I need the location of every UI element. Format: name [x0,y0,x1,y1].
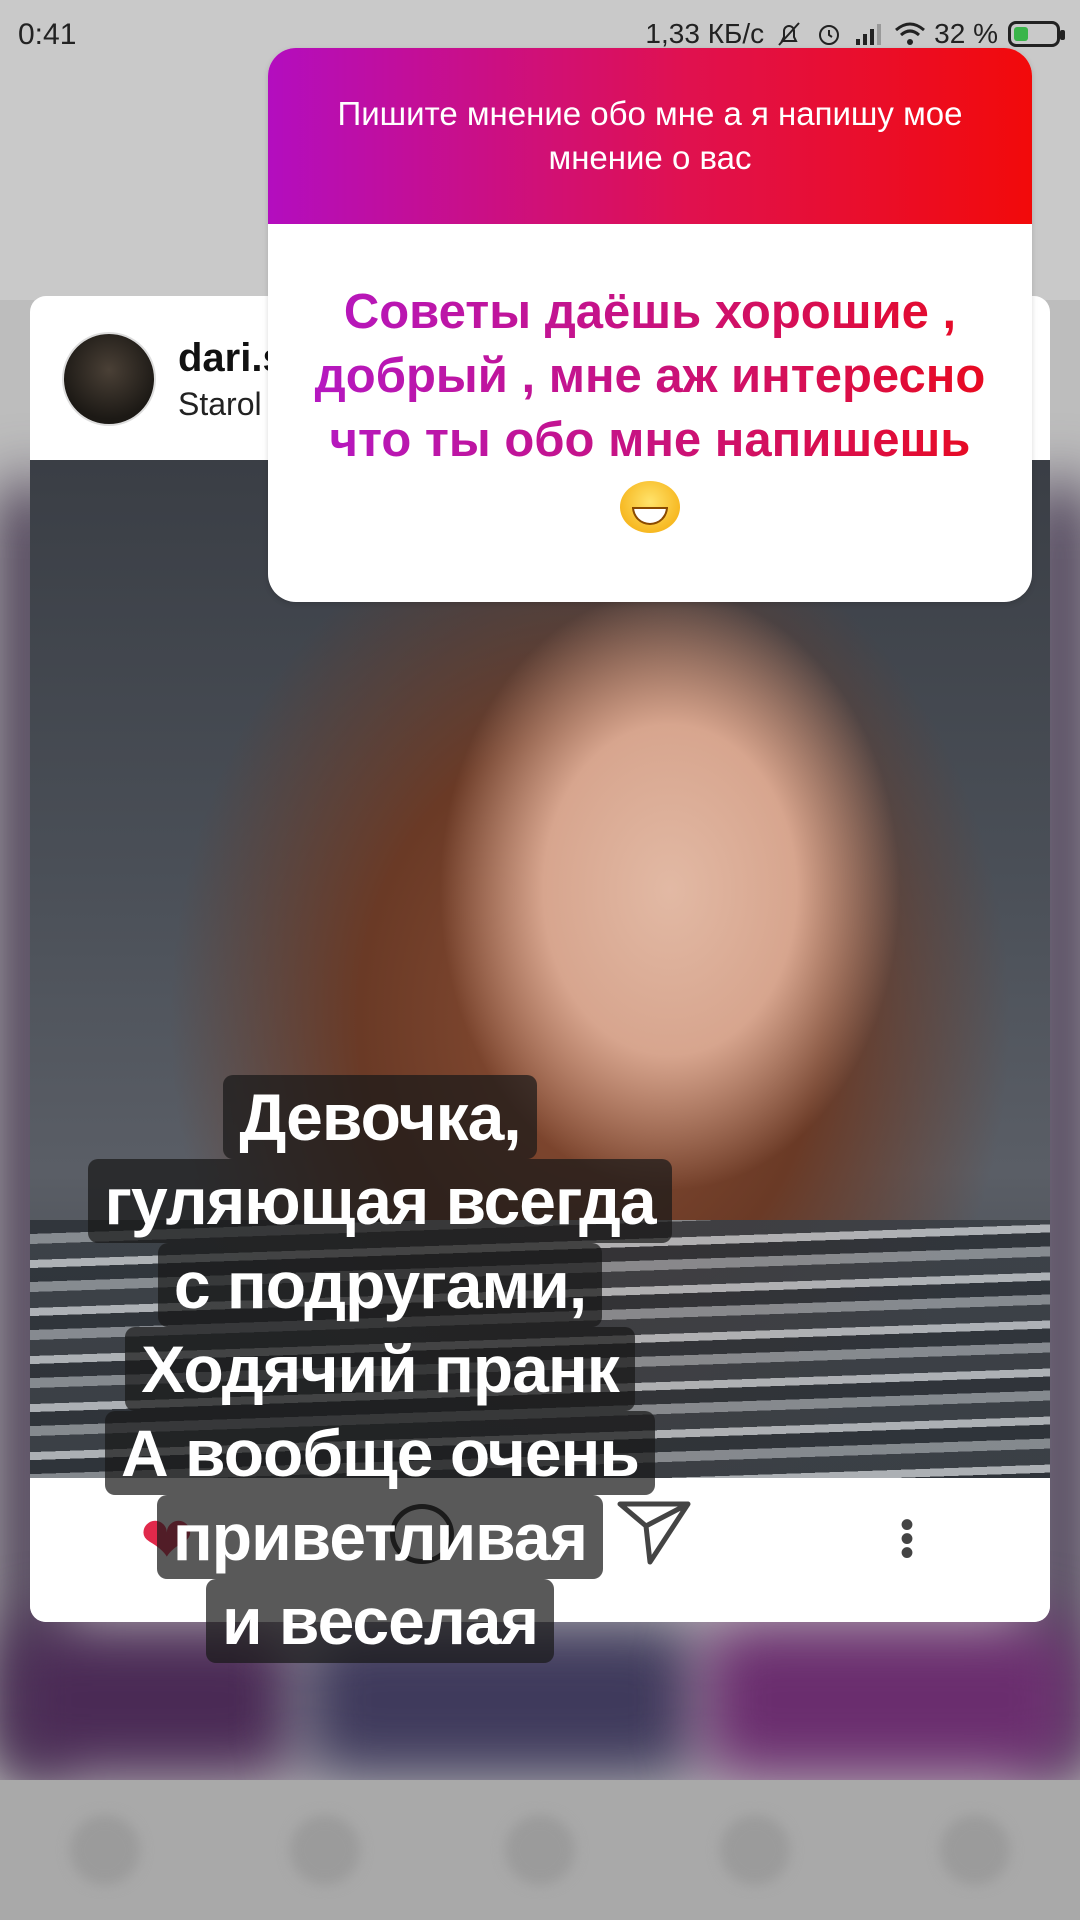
caption-line: приветливая [156,1495,604,1579]
battery-icon [1008,21,1065,47]
more-icon[interactable]: • • • [900,1505,914,1573]
caption-line: Девочка, [223,1075,537,1159]
question-text: Пишите мнение обо мне а я напишу мое мне… [268,48,1032,224]
caption-line: гуляющая всегда [88,1159,672,1243]
network-speed: 1,33 КБ/с [645,18,765,49]
caption-line: А вообще очень [105,1411,655,1495]
wifi-icon [894,21,926,47]
caption-line: и веселая [205,1579,554,1663]
status-time: 0:41 [18,18,77,51]
post-location[interactable]: Starol [178,386,262,423]
caption-line: с подругами, [157,1243,603,1327]
grinning-emoji-icon [620,481,680,534]
story-caption: Девочка, гуляющая всегда с подругами, Хо… [80,1075,680,1663]
status-indicators: 1,33 КБ/с 32 % [645,18,1065,50]
avatar[interactable] [62,332,156,426]
question-sticker: Пишите мнение обо мне а я напишу мое мне… [268,48,1032,602]
answer-text: Советы даёшь хорошие , добрый , мне аж и… [314,285,986,467]
mute-icon [774,21,804,47]
alarm-icon [814,21,844,47]
question-answer: Советы даёшь хорошие , добрый , мне аж и… [298,280,1002,536]
caption-line: Ходячий пранк [125,1327,635,1411]
battery-percent: 32 % [934,18,998,49]
signal-icon [854,21,884,47]
